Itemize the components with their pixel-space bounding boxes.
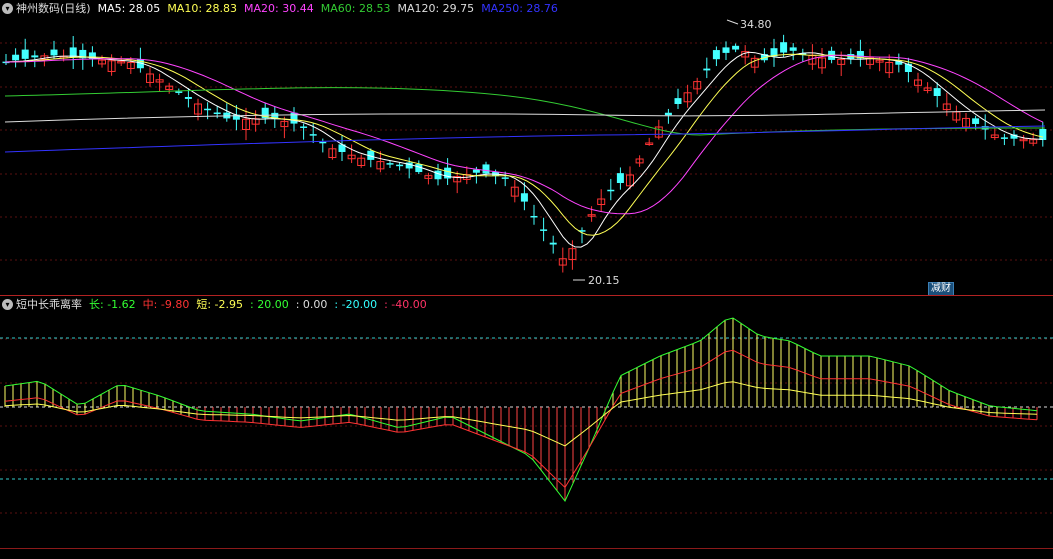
ma5-value: MA5: 28.05: [97, 1, 161, 15]
high-pointer: [726, 19, 739, 25]
candle-body: [204, 108, 212, 111]
level-neg40-value: : -40.00: [384, 297, 427, 311]
candle-body: [386, 163, 394, 165]
candle-body: [703, 68, 711, 71]
candle-body: [520, 193, 528, 202]
kline-chart[interactable]: [0, 0, 1053, 295]
ma20-value: MA20: 30.44: [244, 1, 314, 15]
ma5-line: [4, 51, 1044, 248]
high-price-label: 34.80: [740, 18, 772, 31]
short-bias-value: 短: -2.95: [196, 298, 244, 311]
level-neg20-value: : -20.00: [334, 297, 378, 311]
chevron-down-icon[interactable]: ▾: [2, 298, 13, 310]
candle-body: [434, 170, 442, 180]
candle-body: [549, 242, 557, 245]
indicator-legend: ▾ 短中长乖离率 长: -1.62 中: -9.80 短: -2.95 : 20…: [0, 296, 434, 312]
candle-body: [213, 112, 221, 115]
candle-body: [31, 55, 39, 58]
stock-name: 神州数码(日线): [16, 2, 91, 15]
ma60-line: [4, 87, 1046, 136]
level-20-value: : 20.00: [250, 297, 289, 311]
ma120-line: [4, 109, 1046, 123]
candle-body: [530, 215, 538, 218]
candle-body: [1039, 129, 1047, 140]
long-bias-value: 长: -1.62: [89, 298, 136, 311]
candle-body: [501, 177, 509, 179]
ma10-value: MA10: 28.83: [167, 1, 238, 15]
candle-body: [50, 49, 58, 56]
mid-bias-value: 中: -9.80: [142, 298, 190, 311]
ma250-value: MA250: 28.76: [481, 1, 558, 15]
event-badge[interactable]: 减财: [928, 282, 954, 296]
candle-body: [175, 91, 183, 93]
indicator-name: 短中长乖离率: [16, 298, 82, 311]
candle-body: [607, 189, 615, 192]
chevron-down-icon[interactable]: ▾: [2, 2, 13, 14]
bottom-indicator-strip[interactable]: [0, 548, 1053, 559]
candle-body: [664, 112, 672, 116]
ma60-value: MA60: 28.53: [320, 1, 391, 15]
candle-body: [972, 118, 980, 124]
candle-body: [712, 50, 720, 60]
candle-body: [732, 45, 740, 50]
candle-body: [184, 97, 192, 99]
candle-body: [482, 164, 490, 174]
candle-body: [396, 164, 404, 167]
bias-chart[interactable]: [0, 296, 1053, 546]
candle-body: [933, 88, 941, 96]
candle-body: [1000, 137, 1008, 139]
candle-body: [300, 126, 308, 128]
mid-bias-line: [4, 349, 1038, 489]
candle-body: [21, 49, 29, 59]
ma-legend: ▾ 神州数码(日线) MA5: 28.05 MA10: 28.83 MA20: …: [0, 0, 565, 16]
indicator-pane[interactable]: ▾ 短中长乖离率 长: -1.62 中: -9.80 短: -2.95 : 20…: [0, 296, 1053, 546]
ma120-value: MA120: 29.75: [397, 1, 475, 15]
kline-pane[interactable]: ▾ 神州数码(日线) MA5: 28.05 MA10: 28.83 MA20: …: [0, 0, 1053, 296]
candle-body: [472, 169, 480, 173]
candle-body: [674, 98, 682, 104]
candle-body: [789, 47, 797, 51]
short-bias-line: [4, 381, 1038, 447]
candle-body: [12, 54, 20, 61]
candle-body: [616, 173, 624, 183]
candle-body: [780, 42, 788, 53]
low-price-label: 20.15: [588, 274, 620, 287]
candle-body: [309, 134, 317, 136]
candle-body: [540, 229, 548, 231]
level-0-value: : 0.00: [295, 297, 328, 311]
candle-body: [722, 47, 730, 53]
